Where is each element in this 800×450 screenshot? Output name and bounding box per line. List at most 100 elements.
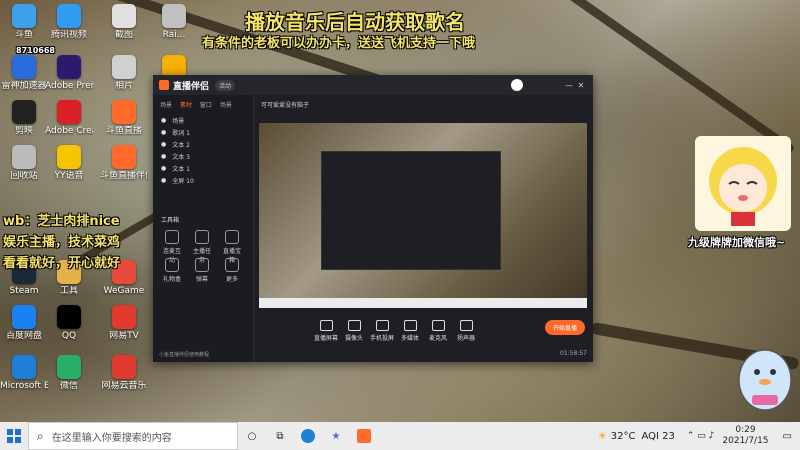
desktop-icon-label: 斗鱼直播 xyxy=(105,126,142,136)
app-icon xyxy=(57,145,81,169)
desktop-icon[interactable]: 百度网盘 xyxy=(0,305,48,342)
tab-scene-2[interactable]: 场景 xyxy=(217,97,235,112)
desktop-icon[interactable]: 雷神加速器 xyxy=(0,55,48,92)
room-title[interactable]: 可可爱爱没有脑子 xyxy=(261,100,309,109)
visibility-icon[interactable]: ● xyxy=(161,165,166,172)
bottom-tool[interactable]: 扬声器 xyxy=(451,320,481,342)
clock[interactable]: 0:29 2021/7/15 xyxy=(722,425,768,447)
bottom-tool-label: 直播屏幕 xyxy=(313,335,338,342)
task-view-icon[interactable]: ⧉ xyxy=(266,422,294,450)
desktop-icon-label: 腾讯视频 xyxy=(50,30,87,40)
app-titlebar[interactable]: 直播伴侣 活动 — ✕ xyxy=(153,75,593,95)
edge-icon[interactable] xyxy=(294,422,322,450)
desktop-icon[interactable]: YY语音 xyxy=(45,145,93,182)
toolbox-item[interactable]: 更多 xyxy=(221,258,243,283)
scene-list: ● 场景 ● 歌词 1 ● 文本 2 ● 文本 3 ● 文本 1 ● 全屏 10 xyxy=(153,114,253,186)
desktop-icon[interactable]: Microsoft Edge xyxy=(0,355,48,392)
avatar[interactable] xyxy=(511,79,523,91)
desktop-icon-label: 截图 xyxy=(114,30,133,40)
status-text: 小鱼直播伴侣使用教程 xyxy=(159,352,210,358)
aqi[interactable]: AQI 23 xyxy=(641,431,674,442)
app-icon xyxy=(112,305,136,329)
live-streaming-app-window[interactable]: 直播伴侣 活动 — ✕ 场景 素材 窗口 场景 ● 场景 ● 歌词 1 ● 文本 2 ● 文本… xyxy=(153,75,593,362)
visibility-icon[interactable]: ● xyxy=(161,153,166,160)
visibility-icon[interactable]: ● xyxy=(161,177,166,184)
start-live-button[interactable]: 开始直播 xyxy=(545,320,585,335)
scene-label: 场景 xyxy=(172,117,185,125)
bottom-tool-icon xyxy=(347,320,361,331)
desktop-icon[interactable]: QQ xyxy=(45,305,93,342)
desktop-icon-label: 斗鱼直播伴侣 xyxy=(100,171,148,181)
desktop-icon-label: Adobe Premiere P... xyxy=(45,81,93,91)
desktop-icon[interactable]: 回收站 xyxy=(0,145,48,182)
scene-item[interactable]: ● 文本 3 xyxy=(153,150,253,162)
close-icon[interactable]: ✕ xyxy=(575,81,587,90)
notification-icon[interactable]: ▭ xyxy=(783,431,792,442)
toolbox-label: 工具箱 xyxy=(161,217,180,224)
app-icon xyxy=(12,55,36,79)
tab-material[interactable]: 素材 xyxy=(177,97,195,112)
bottom-tool[interactable]: 直播屏幕 xyxy=(311,320,341,342)
desktop-icon[interactable]: 剪映 xyxy=(0,100,48,137)
desktop-icon[interactable]: Adobe Premiere P... xyxy=(45,55,93,92)
app-icon xyxy=(112,55,136,79)
desktop-icon-label: 雷神加速器 xyxy=(1,81,47,91)
desktop-icon-label: 相片 xyxy=(114,81,133,91)
desktop-icon[interactable]: 斗鱼直播 xyxy=(100,100,148,137)
streamer-info-line3: 看看就好，开心就好 xyxy=(3,256,121,271)
weather-icon: ☀ xyxy=(597,430,607,442)
bottom-tool[interactable]: 麦克风 xyxy=(423,320,453,342)
desktop-icon[interactable]: 斗鱼 xyxy=(0,4,48,41)
tab-window[interactable]: 窗口 xyxy=(197,97,215,112)
taskbar-search-box[interactable]: ⌕ 在这里输入你要搜索的内容 xyxy=(28,422,238,450)
system-tray-icons[interactable]: ⌃ ▭ ♪ xyxy=(687,431,715,441)
toolbox-item[interactable]: 弹幕 xyxy=(191,258,213,283)
bottom-tool[interactable]: 手机投屏 xyxy=(367,320,397,342)
scene-label: 文本 3 xyxy=(172,153,190,161)
desktop-icon[interactable]: Adobe Creati... xyxy=(45,100,93,137)
app-icon xyxy=(57,355,81,379)
bottom-tool-icon xyxy=(319,320,333,331)
version-badge[interactable]: 活动 xyxy=(215,79,236,91)
streamer-info-line2: 娱乐主播，技术菜鸡 xyxy=(3,235,121,250)
clock-date: 2021/7/15 xyxy=(722,436,769,446)
bottom-tool[interactable]: 多媒体 xyxy=(395,320,425,342)
scene-item[interactable]: ● 文本 2 xyxy=(153,138,253,150)
desktop-icon[interactable]: 斗鱼直播伴侣 xyxy=(100,145,148,182)
scene-label: 全屏 10 xyxy=(172,177,194,185)
minimize-icon[interactable]: — xyxy=(563,81,575,90)
visibility-icon[interactable]: ● xyxy=(161,117,166,124)
desktop-icon[interactable]: Rai... xyxy=(150,4,198,41)
weather-temp[interactable]: 32°C xyxy=(611,431,636,442)
tool-label: 弹幕 xyxy=(195,276,208,283)
search-icon: ⌕ xyxy=(37,428,44,443)
scene-item[interactable]: ● 全屏 10 xyxy=(153,174,253,186)
desktop-icon[interactable]: 网易TV xyxy=(100,305,148,342)
toolbox-item[interactable]: 礼物盒 xyxy=(161,258,183,283)
bottom-tool[interactable]: 摄像头 xyxy=(339,320,369,342)
app-icon xyxy=(12,100,36,124)
tab-scene[interactable]: 场景 xyxy=(157,97,175,112)
desktop-icon[interactable]: 腾讯视频 xyxy=(45,4,93,41)
desktop-icon[interactable]: 网易云音乐 xyxy=(100,355,148,392)
desktop-icon[interactable]: 截图 xyxy=(100,4,148,41)
nested-taskbar xyxy=(259,298,587,308)
cortana-icon[interactable]: ○ xyxy=(238,422,266,450)
pinned-app-icon-2[interactable] xyxy=(350,422,378,450)
windows-start-icon[interactable] xyxy=(0,422,28,450)
left-tabs: 场景 素材 窗口 场景 xyxy=(153,95,253,114)
tool-icon xyxy=(225,258,239,272)
stream-preview[interactable] xyxy=(259,123,587,308)
bottom-tool-icon xyxy=(431,320,445,331)
pinned-app-icon[interactable]: ★ xyxy=(322,422,350,450)
desktop-icon[interactable]: 相片 xyxy=(100,55,148,92)
bottom-tool-label: 麦克风 xyxy=(428,335,447,342)
visibility-icon[interactable]: ● xyxy=(161,129,166,136)
tool-icon xyxy=(165,258,179,272)
desktop-icon[interactable]: 微信 xyxy=(45,355,93,392)
visibility-icon[interactable]: ● xyxy=(161,141,166,148)
scene-item[interactable]: ● 歌词 1 xyxy=(153,126,253,138)
app-logo-text: 直播伴侣 xyxy=(173,81,210,92)
scene-item[interactable]: ● 场景 xyxy=(153,114,253,126)
scene-item[interactable]: ● 文本 1 xyxy=(153,162,253,174)
